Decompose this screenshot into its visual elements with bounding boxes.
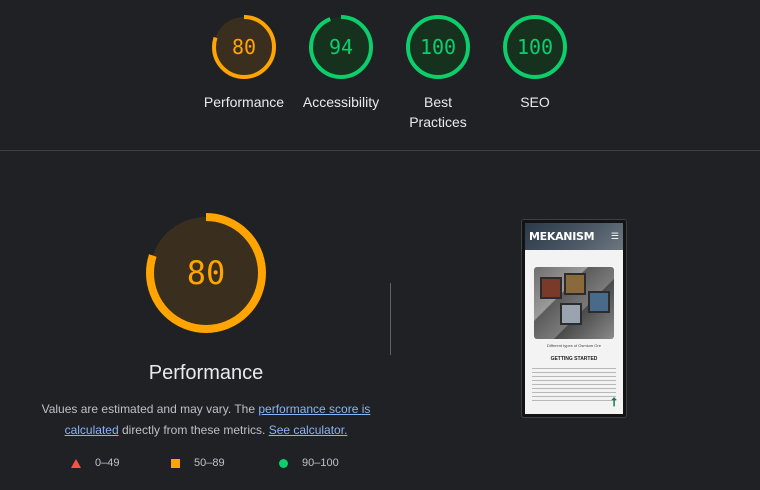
cube-graphic bbox=[560, 303, 582, 325]
gauge-label: SEO bbox=[520, 94, 550, 110]
legend-average: 50–89 bbox=[171, 457, 225, 469]
gauge-label: Performance bbox=[203, 94, 285, 110]
final-screenshot[interactable]: MEKANISM ☰ Different types of Osmium Ore… bbox=[521, 219, 627, 418]
performance-gauge: 80 bbox=[145, 212, 267, 339]
calculator-link[interactable]: See calculator. bbox=[269, 423, 348, 437]
site-header: MEKANISM ☰ bbox=[525, 223, 623, 250]
image-caption: Different types of Osmium Ore bbox=[547, 343, 601, 348]
gauge-score: 100 bbox=[420, 35, 456, 59]
score-legend: 0–49 50–89 90–100 bbox=[0, 457, 412, 473]
triangle-icon bbox=[71, 458, 81, 468]
cube-graphic bbox=[588, 291, 610, 313]
gauge-performance[interactable]: 80 Performance bbox=[196, 14, 292, 112]
square-icon bbox=[171, 458, 180, 468]
gauge-ring: 94 bbox=[309, 15, 373, 79]
description-text: directly from these metrics. bbox=[118, 423, 269, 437]
gauge-label: Best Practices bbox=[409, 94, 467, 130]
ore-image bbox=[534, 267, 614, 339]
hamburger-icon: ☰ bbox=[610, 231, 619, 241]
gauge-ring: 80 bbox=[212, 15, 276, 79]
legend-range: 0–49 bbox=[95, 457, 120, 469]
legend-pass: 90–100 bbox=[279, 457, 339, 469]
category-title: Performance bbox=[148, 362, 264, 384]
description-text: Values are estimated and may vary. The bbox=[41, 402, 259, 416]
body-text bbox=[532, 368, 616, 401]
site-logo: MEKANISM bbox=[529, 230, 595, 243]
legend-fail: 0–49 bbox=[71, 457, 119, 469]
gauge-seo[interactable]: 100 SEO bbox=[487, 14, 583, 112]
gauge-ring: 80 bbox=[146, 213, 266, 333]
vertical-separator bbox=[390, 283, 391, 355]
performance-score: 80 bbox=[187, 254, 226, 292]
legend-range: 50–89 bbox=[194, 457, 225, 469]
section-heading: GETTING STARTED bbox=[550, 356, 598, 362]
legend-range: 90–100 bbox=[302, 457, 339, 469]
gauge-best-practices[interactable]: 100 Best Practices bbox=[390, 14, 486, 132]
header-divider bbox=[0, 150, 760, 151]
gauge-score: 80 bbox=[232, 35, 256, 59]
gauge-score: 94 bbox=[329, 35, 353, 59]
gauge-ring: 100 bbox=[503, 15, 567, 79]
score-summary: 80 Performance 94 Accessibility 100 Best… bbox=[0, 0, 760, 150]
circle-icon bbox=[279, 458, 288, 468]
gauge-ring: 100 bbox=[406, 15, 470, 79]
gauge-score: 100 bbox=[517, 35, 553, 59]
arrow-up-icon: ⭡ bbox=[611, 395, 617, 409]
screenshot-screen: MEKANISM ☰ Different types of Osmium Ore… bbox=[525, 223, 623, 414]
gauge-accessibility[interactable]: 94 Accessibility bbox=[293, 14, 389, 112]
cube-graphic bbox=[540, 277, 562, 299]
gauge-label: Accessibility bbox=[302, 94, 380, 110]
metrics-description: Values are estimated and may vary. The p… bbox=[30, 399, 382, 441]
cube-graphic bbox=[564, 273, 586, 295]
